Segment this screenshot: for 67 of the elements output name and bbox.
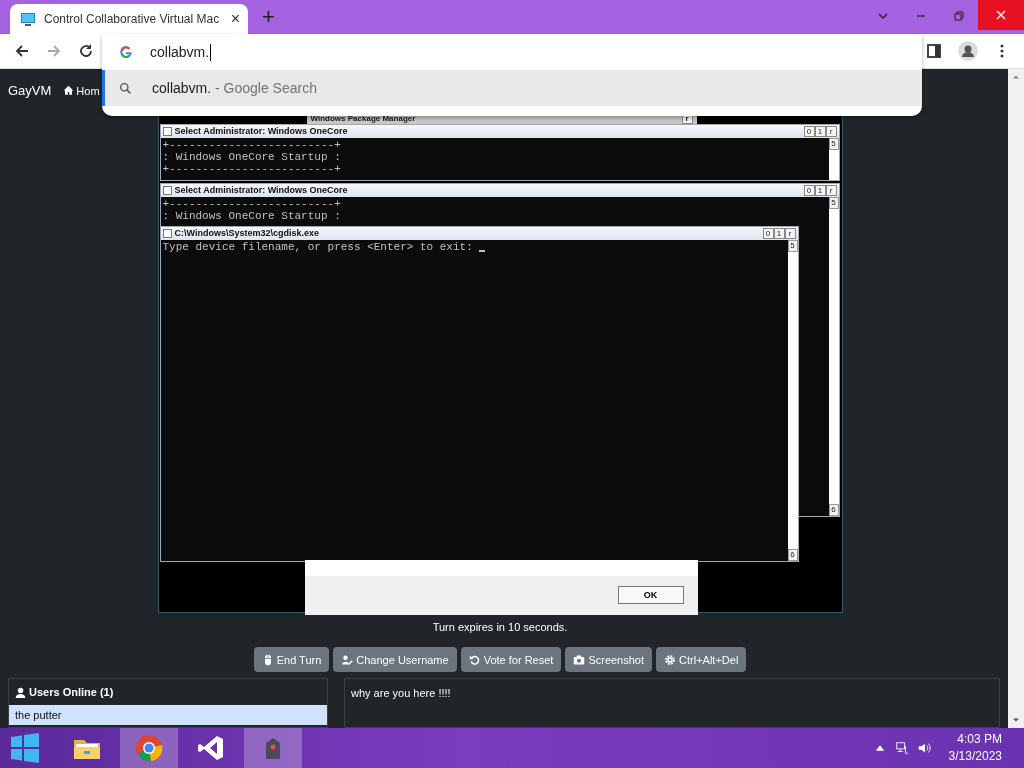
title-bar-button[interactable]: r bbox=[825, 184, 837, 196]
search-suggestion[interactable]: collabvm. - Google Search bbox=[102, 70, 922, 106]
camera-icon bbox=[573, 653, 586, 666]
title-bar-button[interactable]: 1 bbox=[814, 184, 826, 196]
scrollbar[interactable] bbox=[1008, 69, 1024, 728]
window-title: C:\Windows\System32\cgdisk.exe bbox=[174, 228, 319, 238]
user-icon bbox=[15, 686, 26, 698]
scroll-down-icon[interactable] bbox=[1012, 716, 1020, 724]
user-edit-icon bbox=[341, 653, 354, 666]
console-window[interactable]: Select Administrator: Windows OneCore 0 1 r +-------------------------+ : Windows OneCore Startup : +-------------------------+ 5 bbox=[159, 123, 840, 181]
scroll-up-button[interactable]: 5 bbox=[828, 137, 839, 150]
forward-icon[interactable] bbox=[46, 43, 62, 59]
home-icon bbox=[63, 85, 75, 97]
title-bar-button[interactable]: 0 bbox=[803, 125, 815, 137]
search-icon bbox=[119, 81, 132, 95]
system-menu-icon[interactable] bbox=[162, 228, 172, 238]
action-button[interactable]: Ctrl+Alt+Del bbox=[656, 647, 747, 672]
action-button[interactable]: Screenshot bbox=[565, 647, 653, 672]
reload-icon[interactable] bbox=[78, 43, 94, 59]
user-list-item[interactable]: the putter bbox=[9, 705, 327, 725]
scroll-up-button[interactable]: 5 bbox=[828, 196, 839, 209]
window-title: Select Administrator: Windows OneCore bbox=[174, 185, 348, 195]
google-icon bbox=[119, 45, 133, 59]
tab-title: Control Collaborative Virtual Mac bbox=[44, 12, 221, 26]
scroll-up-icon[interactable] bbox=[1012, 73, 1020, 81]
turn-status: Turn expires in 10 seconds. bbox=[432, 621, 568, 633]
action-button[interactable]: Vote for Reset bbox=[460, 647, 562, 672]
chat-message: why are you here !!!! bbox=[351, 687, 452, 699]
window-title: Select Administrator: Windows OneCore bbox=[174, 126, 348, 136]
console-output: +-------------------------+ : Windows OneCore Startup : +-------------------------+ bbox=[160, 137, 829, 180]
back-icon[interactable] bbox=[14, 43, 30, 59]
home-link[interactable]: Hom bbox=[63, 84, 100, 97]
network-icon[interactable] bbox=[894, 741, 909, 755]
restore-icon[interactable] bbox=[953, 10, 965, 22]
scroll-down-button[interactable]: 6 bbox=[828, 503, 839, 516]
title-bar-button[interactable]: 1 bbox=[814, 125, 826, 137]
settings-icon bbox=[664, 653, 677, 666]
start-icon[interactable] bbox=[10, 733, 40, 763]
action-button[interactable]: Change Username bbox=[333, 647, 457, 672]
panel-title: Users Online (1) bbox=[29, 686, 114, 698]
clock-time: 4:03 PM bbox=[957, 731, 1002, 748]
title-bar-button[interactable]: r bbox=[825, 125, 837, 137]
scroll-up-button[interactable]: 5 bbox=[787, 239, 798, 252]
address-field[interactable]: collabvm. bbox=[150, 43, 212, 61]
site-brand[interactable]: GayVM bbox=[8, 83, 52, 99]
ok-button[interactable]: OK bbox=[617, 586, 684, 604]
system-menu-icon[interactable] bbox=[162, 126, 172, 136]
taskbar-clock[interactable]: 4:03 PM 3/13/2023 bbox=[948, 731, 1002, 765]
console-output: Type device filename, or press <Enter> to exit: bbox=[160, 239, 788, 561]
console-window[interactable]: C:\Windows\System32\cgdisk.exe 0 1 r Type device filename, or press <Enter> to exit: 5 6 bbox=[159, 225, 799, 562]
profile-icon[interactable] bbox=[958, 41, 978, 61]
close-tab-button[interactable]: × bbox=[230, 10, 240, 28]
side-panel-icon[interactable] bbox=[926, 43, 942, 59]
new-tab-button[interactable]: + bbox=[262, 4, 275, 30]
title-bar-button[interactable]: r bbox=[784, 227, 796, 239]
browser-tab[interactable]: Control Collaborative Virtual Mac × bbox=[10, 4, 248, 34]
undo-icon bbox=[468, 653, 481, 666]
action-button[interactable]: End Turn bbox=[253, 647, 330, 672]
scroll-down-button[interactable]: 6 bbox=[787, 548, 798, 561]
title-bar-button[interactable]: 0 bbox=[803, 184, 815, 196]
system-menu-icon[interactable] bbox=[162, 185, 172, 195]
monitor-icon bbox=[20, 11, 36, 27]
close-icon bbox=[995, 9, 1007, 21]
clock-date: 3/13/2023 bbox=[948, 748, 1002, 765]
volume-icon[interactable] bbox=[916, 741, 931, 755]
title-bar-button[interactable]: 0 bbox=[762, 227, 774, 239]
title-bar-button[interactable]: 1 bbox=[773, 227, 785, 239]
